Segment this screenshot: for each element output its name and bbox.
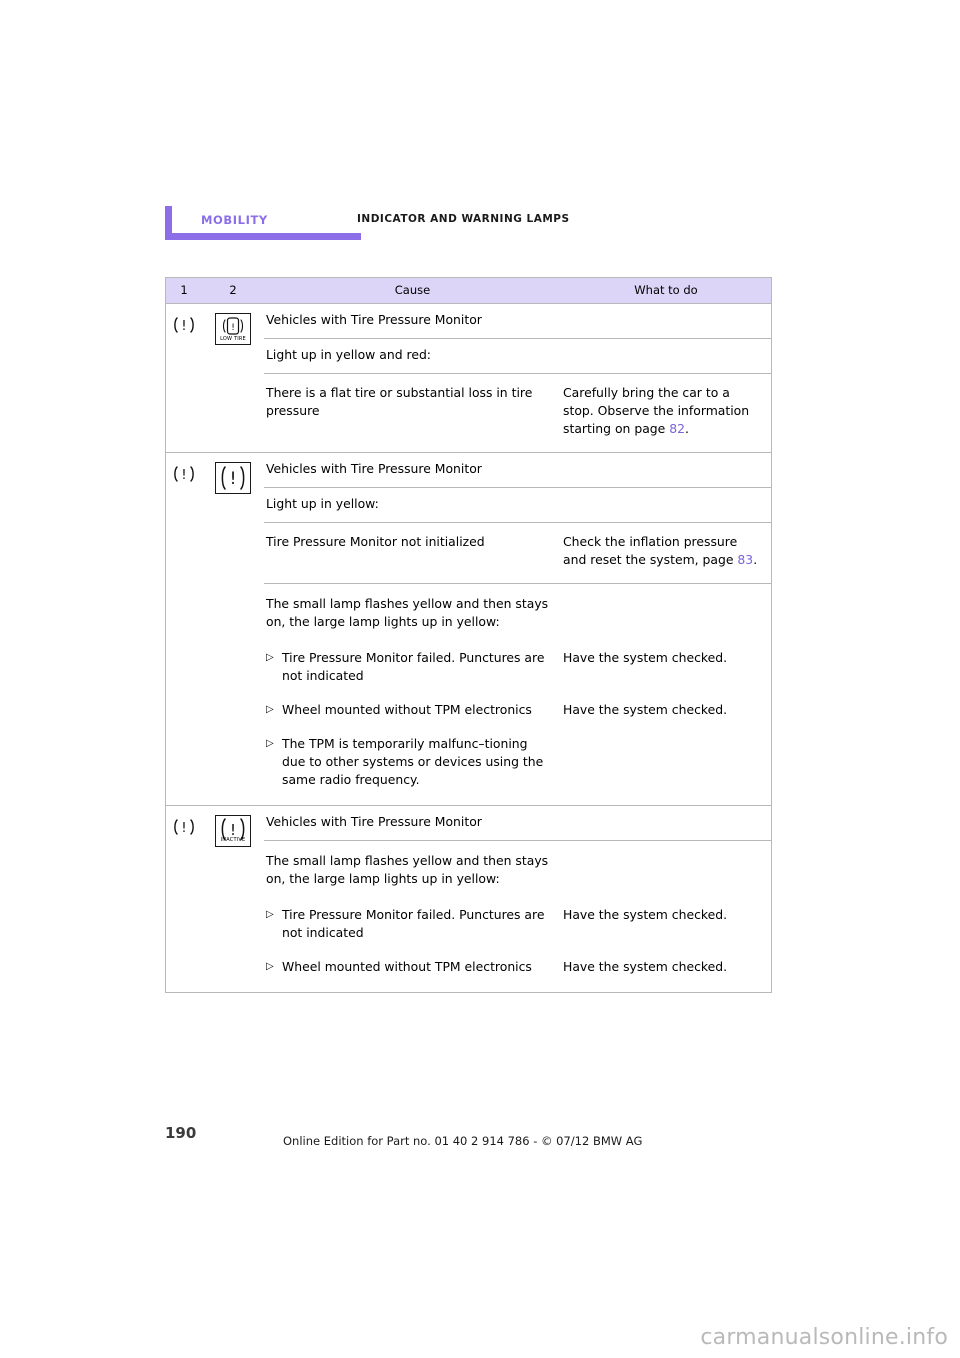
row-text: Light up in yellow: xyxy=(266,495,379,511)
list-item: ▷ Wheel mounted without TPM electronics xyxy=(266,701,549,719)
svg-text:!: ! xyxy=(181,319,186,334)
low-tire-caption: LOW TIRE xyxy=(220,335,246,342)
what-to-do-text: Check the inflation pressure and reset t… xyxy=(561,533,771,569)
watermark: carmanualsonline.info xyxy=(700,1325,948,1350)
what-to-do-text: Carefully bring the car to a stop. Obser… xyxy=(561,384,771,438)
triangle-bullet-icon: ▷ xyxy=(266,960,274,972)
table-row: Vehicles with Tire Pressure Monitor xyxy=(264,304,771,339)
list-item-text: Tire Pressure Monitor failed. Punctures … xyxy=(282,906,545,940)
table-row: ! ! LOW TIRE Vehicles with Tire Pressure… xyxy=(166,304,771,453)
lamp-column-2: ! xyxy=(202,453,264,805)
lamp-column-2: ! INACTIVE xyxy=(202,806,264,992)
lamp-column-1: ! xyxy=(166,453,202,805)
svg-text:!: ! xyxy=(230,469,237,489)
inactive-caption: INACTIVE xyxy=(220,837,246,844)
block-rows: Vehicles with Tire Pressure Monitor The … xyxy=(264,806,771,992)
list-item: ▷ Tire Pressure Monitor failed. Puncture… xyxy=(266,906,549,942)
triangle-bullet-icon: ▷ xyxy=(266,651,274,663)
table-row: There is a flat tire or substantial loss… xyxy=(264,374,771,452)
page-number: 190 xyxy=(165,1124,197,1142)
tire-pressure-warning-small-icon: ! xyxy=(173,315,195,452)
what-to-do-text: Have the system checked. xyxy=(563,649,728,665)
tire-pressure-warning-small-icon: ! xyxy=(173,817,195,992)
tire-pressure-inactive-icon: ! INACTIVE xyxy=(215,814,251,847)
tire-pressure-warning-boxed-icon: ! xyxy=(215,461,251,494)
what-to-do-text: Have the system checked. xyxy=(563,701,728,717)
what-text-after: . xyxy=(685,420,689,436)
list-item: ▷ The TPM is temporarily malfunc–tioning… xyxy=(266,735,549,789)
svg-text:!: ! xyxy=(231,323,235,333)
lamp-column-1: ! xyxy=(166,304,202,452)
column-header-1: 1 xyxy=(180,283,188,298)
column-header-what-to-do: What to do xyxy=(634,283,698,298)
what-text-before: Check the inflation pressure and reset t… xyxy=(563,533,738,567)
indicator-lamps-table: 1 2 Cause What to do ! ! LOW TIRE Vehicl… xyxy=(165,277,772,993)
lamp-column-2: ! LOW TIRE xyxy=(202,304,264,452)
triangle-bullet-icon: ▷ xyxy=(266,703,274,715)
list-item-text: Tire Pressure Monitor failed. Punctures … xyxy=(282,649,545,683)
svg-text:!: ! xyxy=(230,821,236,839)
cause-text: There is a flat tire or substantial loss… xyxy=(266,384,533,418)
row-text: Vehicles with Tire Pressure Monitor xyxy=(266,312,482,327)
what-to-do-text xyxy=(561,735,771,789)
bullets-intro: The small lamp flashes yellow and then s… xyxy=(266,852,549,886)
page-reference-link[interactable]: 83 xyxy=(737,552,753,567)
page-reference-link[interactable]: 82 xyxy=(669,421,685,436)
list-item: ▷ Wheel mounted without TPM electronics xyxy=(266,958,549,976)
cause-text: Tire Pressure Monitor not initialized xyxy=(266,533,485,549)
page-title: INDICATOR AND WARNING LAMPS xyxy=(357,213,570,225)
row-text: Vehicles with Tire Pressure Monitor xyxy=(266,813,482,829)
what-text-after: . xyxy=(753,551,758,567)
list-item-text: Wheel mounted without TPM electronics xyxy=(282,701,532,717)
triangle-bullet-icon: ▷ xyxy=(266,908,274,920)
column-header-2: 2 xyxy=(229,283,237,298)
what-to-do-text: Have the system checked. xyxy=(563,906,728,922)
header-section-label: MOBILITY xyxy=(201,213,268,227)
bullets-intro: The small lamp flashes yellow and then s… xyxy=(266,595,549,629)
list-item: ▷ Tire Pressure Monitor failed. Puncture… xyxy=(266,649,549,685)
what-text-before: Carefully bring the car to a stop. Obser… xyxy=(563,384,750,436)
low-tire-icon: ! LOW TIRE xyxy=(215,313,251,345)
table-row: The small lamp flashes yellow and then s… xyxy=(264,841,771,992)
column-header-cause: Cause xyxy=(394,283,431,298)
footer-note: Online Edition for Part no. 01 40 2 914 … xyxy=(283,1134,643,1148)
table-row: ! ! Vehicles with Tire Pressure Monitor … xyxy=(166,453,771,806)
svg-text:!: ! xyxy=(181,468,186,483)
what-to-do-text: Have the system checked. xyxy=(563,958,728,974)
row-text: Vehicles with Tire Pressure Monitor xyxy=(266,460,482,476)
table-row: The small lamp flashes yellow and then s… xyxy=(264,584,771,805)
block-rows: Vehicles with Tire Pressure Monitor Ligh… xyxy=(264,453,771,805)
table-header-row: 1 2 Cause What to do xyxy=(166,278,771,304)
block-rows: Vehicles with Tire Pressure Monitor Ligh… xyxy=(264,304,771,452)
list-item-text: Wheel mounted without TPM electronics xyxy=(282,958,532,974)
table-row: Vehicles with Tire Pressure Monitor xyxy=(264,453,771,488)
tire-pressure-warning-small-icon: ! xyxy=(173,464,195,805)
row-text: Light up in yellow and red: xyxy=(266,346,431,362)
table-row: Tire Pressure Monitor not initialized Ch… xyxy=(264,523,771,584)
page-header: MOBILITY INDICATOR AND WARNING LAMPS xyxy=(165,206,785,240)
table-row: Vehicles with Tire Pressure Monitor xyxy=(264,806,771,841)
lamp-column-1: ! xyxy=(166,806,202,992)
table-row: Light up in yellow: xyxy=(264,488,771,523)
table-row: ! ! INACTIVE Vehicles with Tire Pressure… xyxy=(166,806,771,992)
svg-text:!: ! xyxy=(181,821,186,836)
triangle-bullet-icon: ▷ xyxy=(266,737,274,749)
list-item-text: The TPM is temporarily malfunc–tioning d… xyxy=(282,735,544,787)
table-row: Light up in yellow and red: xyxy=(264,339,771,374)
